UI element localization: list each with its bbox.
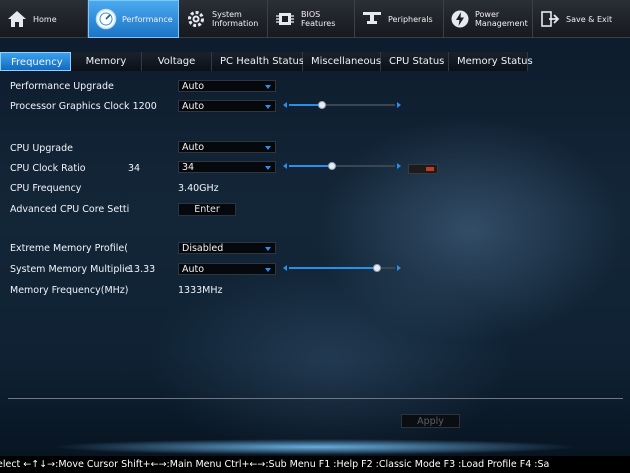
processor-graphics-clock-value: Auto xyxy=(182,101,205,112)
cpu-clock-ratio-label: CPU Clock Ratio xyxy=(10,163,86,174)
cpu-frequency-value: 3.40GHz xyxy=(178,183,219,194)
chevron-down-icon xyxy=(265,85,271,89)
cpu-clock-ratio-value: 34 xyxy=(182,162,195,173)
chip-icon xyxy=(274,8,296,30)
tab-memory-status[interactable]: Memory Status xyxy=(449,52,533,71)
chevron-down-icon xyxy=(265,105,271,109)
nav-home-label: Home xyxy=(33,14,57,24)
system-memory-multiplier-label: System Memory Multiplie xyxy=(10,264,131,275)
system-memory-multiplier-current: 13.33 xyxy=(128,264,156,275)
sub-tabs: Frequency Memory Voltage PC Health Statu… xyxy=(0,52,533,71)
processor-graphics-clock-label: Processor Graphics Clock 1200 xyxy=(10,101,157,112)
nav-performance[interactable]: Performance xyxy=(88,0,179,38)
tab-pc-health-status[interactable]: PC Health Status xyxy=(212,52,304,71)
slider-right-arrow-icon[interactable] xyxy=(397,265,401,271)
cpu-upgrade-value: Auto xyxy=(182,142,205,153)
speedometer-icon xyxy=(95,8,117,30)
nav-power-management-label: Power Management xyxy=(475,10,528,28)
cpu-clock-ratio-dropdown[interactable]: 34 xyxy=(178,161,276,173)
system-memory-multiplier-value: Auto xyxy=(182,264,205,275)
power-icon xyxy=(450,8,470,30)
tab-cpu-status[interactable]: CPU Status xyxy=(381,52,449,71)
extreme-memory-profile-label: Extreme Memory Profile( xyxy=(10,243,128,254)
nav-peripherals-label: Peripherals xyxy=(388,14,433,24)
processor-graphics-clock-slider[interactable] xyxy=(283,100,401,110)
advanced-cpu-core-enter-button[interactable]: Enter xyxy=(178,203,236,216)
performance-upgrade-label: Performance Upgrade xyxy=(10,81,114,92)
cpu-frequency-label: CPU Frequency xyxy=(10,183,82,194)
cpu-clock-ratio-toggle[interactable] xyxy=(408,164,438,174)
extreme-memory-profile-dropdown[interactable]: Disabled xyxy=(178,242,276,254)
nav-home[interactable]: Home xyxy=(0,0,88,38)
status-bar: elect ←↑↓→:Move Cursor Shift+←→:Main Men… xyxy=(0,456,630,473)
slider-knob[interactable] xyxy=(372,264,381,272)
nav-power-management[interactable]: Power Management xyxy=(444,0,533,38)
processor-graphics-clock-name: Processor Graphics Clock xyxy=(10,101,130,112)
nav-bios-features[interactable]: BIOS Features xyxy=(268,0,355,38)
nav-save-exit-label: Save & Exit xyxy=(566,14,613,24)
slider-left-arrow-icon[interactable] xyxy=(283,163,287,169)
slider-fill xyxy=(289,267,377,269)
slider-right-arrow-icon[interactable] xyxy=(397,102,401,108)
chevron-down-icon xyxy=(265,166,271,170)
memory-frequency-label: Memory Frequency(MHz) xyxy=(10,285,129,296)
cpu-clock-ratio-current: 34 xyxy=(128,163,141,174)
performance-upgrade-value: Auto xyxy=(182,81,205,92)
slider-left-arrow-icon[interactable] xyxy=(283,102,287,108)
nav-system-information[interactable]: System Information xyxy=(179,0,268,38)
advanced-cpu-core-label: Advanced CPU Core Setti xyxy=(10,204,130,215)
processor-graphics-clock-current: 1200 xyxy=(132,101,157,112)
system-memory-multiplier-slider[interactable] xyxy=(283,263,401,273)
tab-memory[interactable]: Memory xyxy=(71,52,142,71)
gear-icon xyxy=(185,8,207,30)
top-navigation: Home Performance System Information BIOS… xyxy=(0,0,630,38)
nav-bios-features-label: BIOS Features xyxy=(301,10,336,28)
slider-right-arrow-icon[interactable] xyxy=(397,163,401,169)
chevron-down-icon xyxy=(265,247,271,251)
exit-icon xyxy=(539,8,561,30)
cpu-clock-ratio-slider[interactable] xyxy=(283,161,401,171)
chevron-down-icon xyxy=(265,268,271,272)
slider-knob[interactable] xyxy=(328,162,337,170)
extreme-memory-profile-value: Disabled xyxy=(182,243,224,254)
system-memory-multiplier-dropdown[interactable]: Auto xyxy=(178,263,276,275)
tab-miscellaneous[interactable]: Miscellaneous xyxy=(303,52,381,71)
cpu-upgrade-label: CPU Upgrade xyxy=(10,143,73,154)
nav-performance-label: Performance xyxy=(122,14,173,24)
apply-button[interactable]: Apply xyxy=(401,414,460,428)
bottom-glow xyxy=(0,438,630,456)
home-icon xyxy=(6,8,28,30)
chevron-down-icon xyxy=(265,146,271,150)
status-bar-text: elect ←↑↓→:Move Cursor Shift+←→:Main Men… xyxy=(0,459,550,470)
slider-fill xyxy=(289,104,322,106)
tab-frequency[interactable]: Frequency xyxy=(0,52,71,71)
peripherals-icon xyxy=(361,8,383,30)
slider-left-arrow-icon[interactable] xyxy=(283,265,287,271)
performance-upgrade-dropdown[interactable]: Auto xyxy=(178,80,276,92)
cpu-upgrade-dropdown[interactable]: Auto xyxy=(178,141,276,153)
tab-voltage[interactable]: Voltage xyxy=(142,52,212,71)
content-divider xyxy=(8,398,623,399)
nav-save-exit[interactable]: Save & Exit xyxy=(533,0,630,38)
slider-fill xyxy=(289,165,333,167)
nav-peripherals[interactable]: Peripherals xyxy=(355,0,444,38)
slider-knob[interactable] xyxy=(317,101,326,109)
nav-system-information-label: System Information xyxy=(212,10,259,28)
memory-frequency-value: 1333MHz xyxy=(178,285,223,296)
processor-graphics-clock-dropdown[interactable]: Auto xyxy=(178,100,276,112)
